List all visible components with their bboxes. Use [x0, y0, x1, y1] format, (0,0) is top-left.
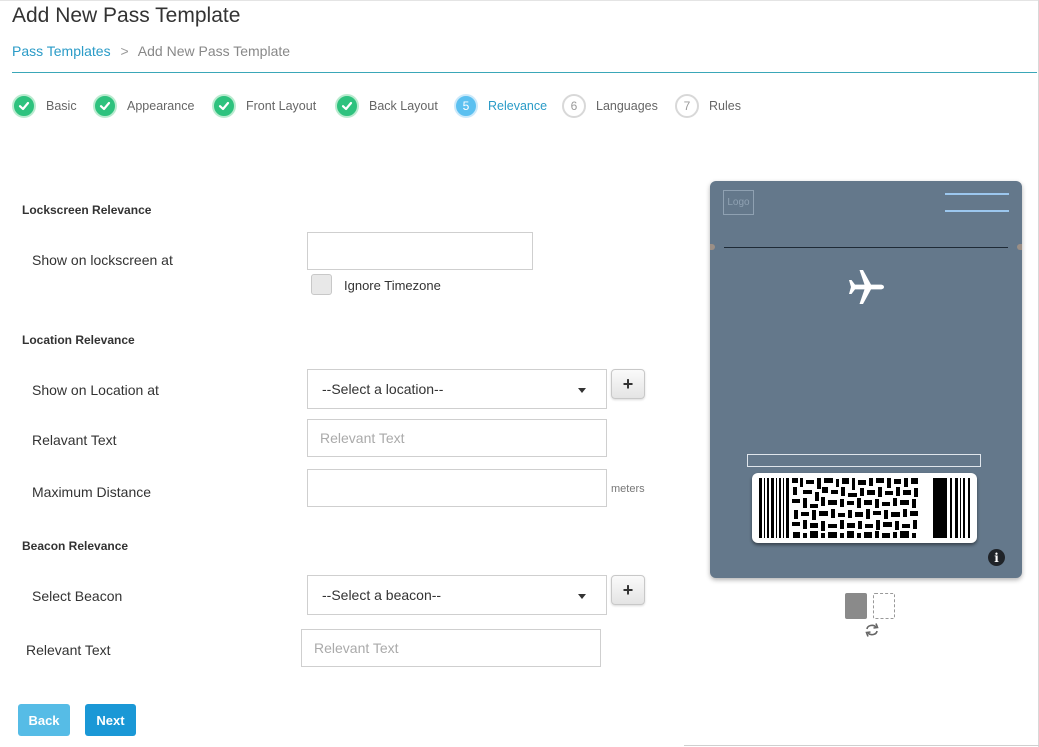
breadcrumb-current: Add New Pass Template	[137, 43, 291, 59]
breadcrumb-link-pass-templates[interactable]: Pass Templates	[12, 43, 111, 59]
check-icon	[212, 94, 236, 118]
step-label: Languages	[596, 99, 658, 113]
pass-divider	[724, 247, 1008, 248]
caret-down-icon	[578, 594, 586, 599]
page-title: Add New Pass Template	[12, 4, 241, 27]
info-icon[interactable]: i	[988, 549, 1005, 566]
step-front-layout[interactable]: Front Layout	[212, 94, 316, 118]
lockscreen-section-title: Lockscreen Relevance	[22, 203, 152, 217]
flip-icon[interactable]	[864, 622, 880, 638]
pass-notch-right	[1017, 244, 1022, 250]
location-select-value: --Select a location--	[322, 381, 444, 397]
header-field-line	[945, 210, 1009, 212]
back-button[interactable]: Back	[18, 704, 70, 736]
ignore-timezone-label: Ignore Timezone	[344, 278, 441, 293]
preview-back-side-button[interactable]	[873, 593, 895, 619]
step-number: 7	[675, 94, 699, 118]
check-icon	[335, 94, 359, 118]
step-label: Relevance	[488, 99, 548, 113]
max-distance-unit: meters	[611, 483, 645, 495]
next-button[interactable]: Next	[85, 704, 136, 736]
location-select[interactable]: --Select a location--	[307, 369, 607, 409]
step-label: Basic	[46, 99, 77, 113]
pass-preview-card: Logo i	[710, 181, 1022, 578]
beacon-label: Select Beacon	[32, 588, 123, 604]
header-divider	[12, 72, 1037, 73]
add-location-button[interactable]: +	[611, 369, 645, 399]
step-basic[interactable]: Basic	[12, 94, 77, 118]
beacon-relevant-text-input[interactable]	[301, 629, 601, 667]
lockscreen-date-input[interactable]	[307, 232, 533, 270]
step-back-layout[interactable]: Back Layout	[335, 94, 438, 118]
location-relevant-text-label: Relavant Text	[32, 432, 117, 448]
breadcrumb: Pass Templates > Add New Pass Template	[12, 43, 290, 59]
max-distance-label: Maximum Distance	[32, 484, 152, 500]
header-field-line	[945, 193, 1009, 195]
step-languages[interactable]: 6 Languages	[562, 94, 658, 118]
step-number: 6	[562, 94, 586, 118]
beacon-select[interactable]: --Select a beacon--	[307, 575, 607, 615]
step-appearance[interactable]: Appearance	[93, 94, 194, 118]
step-label: Front Layout	[246, 99, 317, 113]
breadcrumb-separator: >	[120, 43, 129, 59]
check-icon	[12, 94, 36, 118]
caret-down-icon	[578, 388, 586, 393]
barcode-alt-text-field	[747, 454, 981, 467]
preview-front-side-button[interactable]	[845, 593, 867, 619]
ignore-timezone-checkbox[interactable]	[311, 274, 332, 295]
check-icon	[93, 94, 117, 118]
beacon-select-value: --Select a beacon--	[322, 587, 442, 603]
location-label: Show on Location at	[32, 382, 159, 398]
location-section-title: Location Relevance	[22, 333, 135, 347]
barcode-icon	[759, 478, 970, 538]
beacon-section-title: Beacon Relevance	[22, 539, 129, 553]
add-beacon-button[interactable]: +	[611, 575, 645, 605]
location-relevant-text-input[interactable]	[307, 419, 607, 457]
step-label: Back Layout	[369, 99, 438, 113]
max-distance-input[interactable]	[307, 469, 607, 507]
step-relevance[interactable]: 5 Relevance	[454, 94, 547, 118]
lockscreen-date-label: Show on lockscreen at	[32, 252, 173, 268]
pass-logo: Logo	[723, 190, 754, 215]
step-number: 5	[454, 94, 478, 118]
frame-bottom-border	[684, 745, 1039, 746]
step-label: Appearance	[127, 99, 195, 113]
step-rules[interactable]: 7 Rules	[675, 94, 741, 118]
frame-top-border	[0, 0, 1039, 1]
airplane-icon	[849, 270, 884, 304]
pass-notch-left	[710, 244, 715, 250]
barcode-container	[752, 473, 977, 543]
step-label: Rules	[709, 99, 741, 113]
beacon-relevant-text-label: Relevant Text	[26, 642, 111, 658]
